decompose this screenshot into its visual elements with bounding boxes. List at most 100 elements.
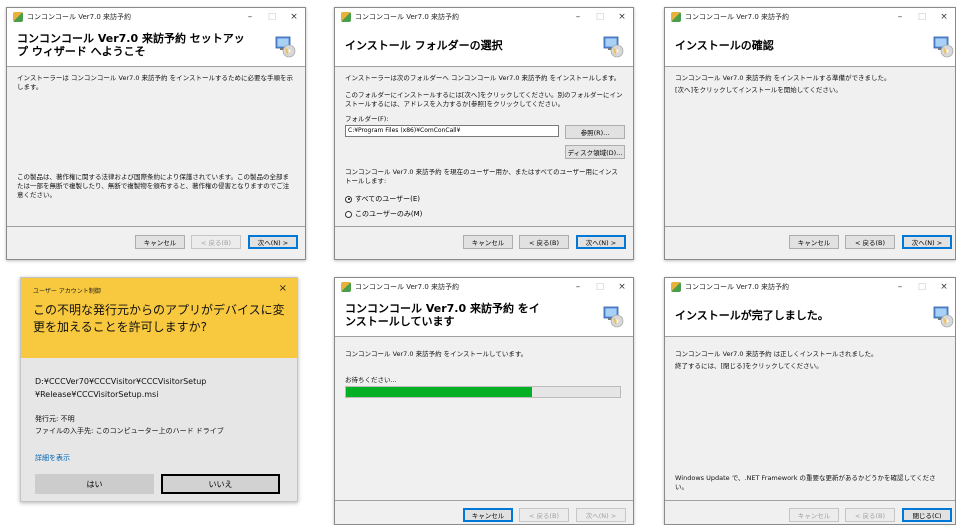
divider	[7, 226, 305, 227]
maximize-button[interactable]: □	[589, 282, 611, 292]
setup-icon	[931, 304, 955, 328]
page-title: コンコンコール Ver7.0 来訪予約 セットアップ ウィザード へようこそ	[17, 32, 245, 58]
cancel-button[interactable]: キャンセル	[135, 235, 185, 249]
folder-instructions: このフォルダーにインストールするには[次へ]をクリックしてください。別のフォルダ…	[345, 91, 623, 108]
wizard-banner: コンコンコール Ver7.0 来訪予約 セットアップ ウィザード へようこそ	[7, 26, 305, 67]
minimize-button[interactable]: –	[567, 282, 589, 292]
radio-just-me[interactable]: このユーザーのみ(M)	[345, 209, 422, 219]
title-bar: コンコンコール Ver7.0 来訪予約 – □ ×	[335, 278, 633, 296]
maximize-button[interactable]: □	[911, 12, 933, 22]
divider	[335, 500, 633, 501]
setup-icon	[931, 34, 955, 58]
uac-dialog: ユーザー アカウント制御 × この不明な発行元からのアプリがデバイスに変更を加え…	[20, 277, 298, 502]
cancel-button[interactable]: キャンセル	[789, 508, 839, 522]
page-title: インストールが完了しました。	[675, 309, 829, 322]
close-button[interactable]: 閉じる(C)	[902, 508, 952, 522]
page-title: インストール フォルダーの選択	[345, 39, 503, 52]
title-bar: コンコンコール Ver7.0 来訪予約 – □ ×	[665, 278, 955, 296]
folder-path-input[interactable]: C:¥Program Files (x86)¥ComConCall¥	[345, 125, 559, 137]
next-button[interactable]: 次へ(N) >	[576, 508, 626, 522]
app-icon	[671, 12, 681, 22]
cancel-button[interactable]: キャンセル	[463, 508, 513, 522]
ready-text: コンコンコール Ver7.0 来訪予約 をインストールする準備ができました。	[675, 74, 891, 82]
windows-update-note: Windows Update で、.NET Framework の重要な更新があ…	[675, 474, 936, 491]
setup-icon	[601, 34, 625, 58]
app-icon	[13, 12, 23, 22]
back-button[interactable]: < 戻る(B)	[519, 508, 569, 522]
complete-window: コンコンコール Ver7.0 来訪予約 – □ × インストールが完了しました。…	[664, 277, 956, 525]
cancel-button[interactable]: キャンセル	[789, 235, 839, 249]
window-title: コンコンコール Ver7.0 来訪予約	[685, 283, 790, 291]
wizard-banner: コンコンコール Ver7.0 来訪予約 をインストールしています	[335, 296, 633, 337]
copyright-warning: この製品は、著作権に関する法律および国際条約により保護されています。この製品の全…	[17, 173, 290, 199]
radio-all-users[interactable]: すべてのユーザー(E)	[345, 194, 420, 204]
window-title: コンコンコール Ver7.0 来訪予約	[27, 13, 132, 21]
yes-button[interactable]: はい	[35, 474, 154, 494]
cancel-button[interactable]: キャンセル	[463, 235, 513, 249]
close-instructions: 終了するには、[閉じる]をクリックしてください。	[675, 362, 823, 370]
program-path-line2: ¥Release¥CCCVisitorSetup.msi	[35, 390, 159, 399]
next-button[interactable]: 次へ(N) >	[248, 235, 298, 249]
divider	[335, 226, 633, 227]
radio-just-me-label: このユーザーのみ(M)	[355, 210, 423, 218]
setup-icon	[601, 304, 625, 328]
title-bar: コンコンコール Ver7.0 来訪予約 – □ ×	[665, 8, 955, 26]
program-path-line1: D:¥CCCVer70¥CCCVisitor¥CCCVisitorSetup	[35, 377, 207, 386]
maximize-button[interactable]: □	[911, 282, 933, 292]
setup-icon	[273, 34, 297, 58]
next-button[interactable]: 次へ(N) >	[576, 235, 626, 249]
back-button[interactable]: < 戻る(B)	[519, 235, 569, 249]
publisher-text: 発行元: 不明	[35, 415, 75, 423]
folder-label: フォルダー(F):	[345, 115, 389, 123]
radio-unselected-icon	[345, 210, 352, 218]
file-origin-text: ファイルの入手先: このコンピューター上のハード ドライブ	[35, 427, 224, 435]
browse-button[interactable]: 参照(R)...	[565, 125, 625, 139]
window-title: コンコンコール Ver7.0 来訪予約	[355, 13, 460, 21]
install-progress-bar	[345, 386, 621, 398]
next-button[interactable]: 次へ(N) >	[902, 235, 952, 249]
minimize-button[interactable]: –	[567, 12, 589, 22]
folder-intro-text: インストーラーは次のフォルダーへ コンコンコール Ver7.0 来訪予約 をイン…	[345, 74, 621, 82]
close-icon[interactable]: ×	[279, 283, 287, 294]
app-icon	[341, 282, 351, 292]
app-icon	[341, 12, 351, 22]
minimize-button[interactable]: –	[889, 12, 911, 22]
confirm-window: コンコンコール Ver7.0 来訪予約 – □ × インストールの確認 コンコン…	[664, 7, 956, 260]
disk-cost-button[interactable]: ディスク領域(D)...	[565, 145, 625, 159]
close-window-button[interactable]: ×	[611, 12, 633, 22]
back-button[interactable]: < 戻る(B)	[191, 235, 241, 249]
start-instructions: [次へ]をクリックしてインストールを開始してください。	[675, 86, 842, 94]
close-window-button[interactable]: ×	[933, 282, 955, 292]
wizard-banner: インストールが完了しました。	[665, 296, 955, 337]
page-title: コンコンコール Ver7.0 来訪予約 をインストールしています	[345, 302, 540, 328]
minimize-button[interactable]: –	[889, 282, 911, 292]
maximize-button[interactable]: □	[589, 12, 611, 22]
close-window-button[interactable]: ×	[611, 282, 633, 292]
installing-window: コンコンコール Ver7.0 来訪予約 – □ × コンコンコール Ver7.0…	[334, 277, 634, 525]
minimize-button[interactable]: –	[239, 12, 261, 22]
close-window-button[interactable]: ×	[283, 12, 305, 22]
folder-window: コンコンコール Ver7.0 来訪予約 – □ × インストール フォルダーの選…	[334, 7, 634, 260]
page-title: インストールの確認	[675, 39, 774, 52]
uac-title: ユーザー アカウント制御	[33, 288, 101, 295]
please-wait-text: お待ちください...	[345, 376, 397, 384]
back-button[interactable]: < 戻る(B)	[845, 508, 895, 522]
app-icon	[671, 282, 681, 292]
show-details-link[interactable]: 詳細を表示	[35, 453, 70, 463]
users-text: コンコンコール Ver7.0 来訪予約 を現在のユーザー用か、またはすべてのユー…	[345, 168, 618, 185]
close-window-button[interactable]: ×	[933, 12, 955, 22]
back-button[interactable]: < 戻る(B)	[845, 235, 895, 249]
window-title: コンコンコール Ver7.0 来訪予約	[685, 13, 790, 21]
wizard-banner: インストールの確認	[665, 26, 955, 67]
divider	[665, 226, 955, 227]
no-button[interactable]: いいえ	[161, 474, 280, 494]
installing-text: コンコンコール Ver7.0 来訪予約 をインストールしています。	[345, 350, 528, 358]
radio-all-users-label: すべてのユーザー(E)	[355, 195, 420, 203]
success-text: コンコンコール Ver7.0 来訪予約 は正しくインストールされました。	[675, 350, 878, 358]
welcome-window: コンコンコール Ver7.0 来訪予約 – □ × コンコンコール Ver7.0…	[6, 7, 306, 260]
title-bar: コンコンコール Ver7.0 来訪予約 – □ ×	[335, 8, 633, 26]
title-bar: コンコンコール Ver7.0 来訪予約 – □ ×	[7, 8, 305, 26]
uac-question: この不明な発行元からのアプリがデバイスに変更を加えることを許可しますか?	[33, 303, 285, 334]
radio-selected-icon	[345, 195, 352, 203]
maximize-button[interactable]: □	[261, 12, 283, 22]
